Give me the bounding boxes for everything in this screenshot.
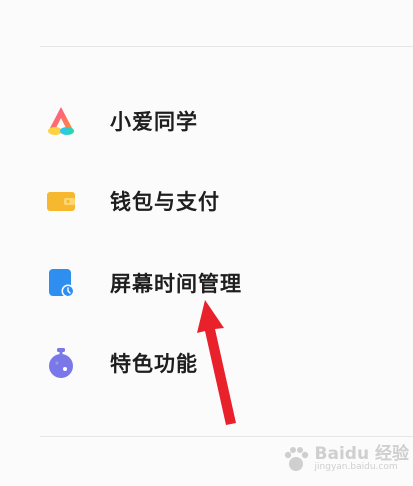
settings-list: 小爱同学 钱包与支付 屏幕时间管理 特色功能 <box>0 0 413 486</box>
bottom-divider <box>40 436 413 437</box>
settings-item-wallet[interactable]: 钱包与支付 <box>0 166 413 236</box>
wallet-icon <box>44 184 78 218</box>
settings-item-label: 小爱同学 <box>110 110 198 134</box>
baidu-paw-icon <box>284 447 308 471</box>
watermark-text: Baidu 经验 jingyan.baidu.com <box>314 443 409 474</box>
special-features-icon <box>44 346 78 380</box>
settings-item-label: 钱包与支付 <box>110 190 220 214</box>
watermark-site: jingyan.baidu.com <box>314 462 398 473</box>
watermark-brand: Baidu 经验 <box>314 443 409 464</box>
baidu-jingyan-watermark: Baidu 经验 jingyan.baidu.com <box>281 442 409 476</box>
screen-time-icon <box>44 266 78 300</box>
settings-page: 小爱同学 钱包与支付 屏幕时间管理 特色功能 Baidu 经验 jingyan.… <box>0 0 413 486</box>
xiaoai-assistant-icon <box>44 104 78 138</box>
settings-item-label: 特色功能 <box>110 352 198 376</box>
settings-item-label: 屏幕时间管理 <box>110 272 242 296</box>
settings-item-xiaoai[interactable]: 小爱同学 <box>0 86 413 156</box>
settings-item-screen-time[interactable]: 屏幕时间管理 <box>0 248 413 318</box>
settings-item-special-features[interactable]: 特色功能 <box>0 328 413 398</box>
